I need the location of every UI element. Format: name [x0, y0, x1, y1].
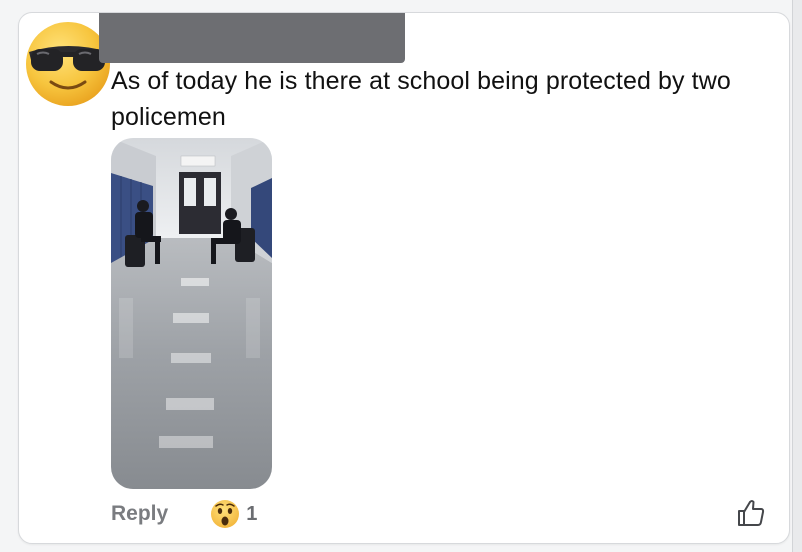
comment-photo[interactable]: [111, 138, 272, 489]
reaction-count: 1: [246, 502, 258, 525]
comment-card: As of today he is there at school being …: [18, 12, 790, 544]
reaction-summary[interactable]: 1: [210, 499, 257, 529]
comment-text: As of today he is there at school being …: [111, 67, 731, 131]
redacted-author-name: [99, 13, 405, 63]
wow-emoji-icon: [211, 500, 240, 528]
scrollbar-gutter: [792, 0, 802, 552]
thumbs-up-icon: [738, 500, 765, 526]
hallway-photo: [111, 138, 272, 489]
comment-actions: Reply 1: [111, 497, 257, 531]
like-button[interactable]: [735, 497, 767, 529]
reply-button[interactable]: Reply: [111, 502, 168, 526]
